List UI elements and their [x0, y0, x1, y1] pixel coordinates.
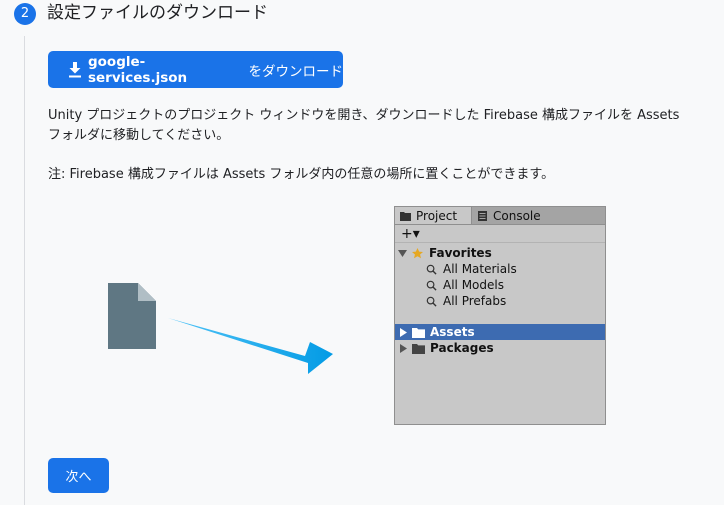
- folder-icon: [400, 211, 411, 221]
- tab-console-label: Console: [493, 208, 541, 223]
- star-icon: [412, 247, 423, 258]
- arrow-icon: [168, 318, 333, 374]
- download-icon: [68, 61, 81, 77]
- tab-project[interactable]: Project: [395, 207, 472, 224]
- tree-item-all-prefabs[interactable]: All Prefabs: [425, 293, 605, 309]
- tree-item-favorites[interactable]: Favorites: [395, 245, 605, 261]
- favorite-item-label: All Prefabs: [443, 294, 507, 308]
- collapsed-triangle-icon: [400, 327, 407, 337]
- unity-tab-bar: Project Console: [395, 207, 605, 225]
- collapsed-triangle-icon: [400, 343, 407, 353]
- unity-project-window: Project Console +▾ Favorites All Materia…: [394, 206, 606, 425]
- favorites-label: Favorites: [429, 246, 492, 260]
- assets-label: Assets: [430, 325, 475, 339]
- instruction-line-2: フォルダに移動してください。: [48, 128, 230, 143]
- step-number-badge: 2: [14, 3, 36, 25]
- search-icon: [426, 280, 437, 291]
- folder-icon: [412, 327, 425, 338]
- favorite-item-label: All Materials: [443, 262, 517, 276]
- tree-item-all-materials[interactable]: All Materials: [425, 261, 605, 277]
- favorite-item-label: All Models: [443, 278, 504, 292]
- tree-item-all-models[interactable]: All Models: [425, 277, 605, 293]
- next-button[interactable]: 次へ: [48, 458, 109, 493]
- instruction-paragraph: Unity プロジェクトのプロジェクト ウィンドウを開き、ダウンロードした Fi…: [48, 106, 718, 146]
- file-icon: [108, 283, 156, 349]
- download-config-button[interactable]: google-services.json をダウンロード: [48, 51, 343, 88]
- unity-toolbar: +▾: [395, 225, 605, 243]
- instruction-line-1: Unity プロジェクトのプロジェクト ウィンドウを開き、ダウンロードした Fi…: [48, 108, 680, 123]
- packages-label: Packages: [430, 341, 494, 355]
- step-title: 設定ファイルのダウンロード: [47, 3, 268, 23]
- create-menu-button[interactable]: +▾: [401, 226, 420, 242]
- tab-console[interactable]: Console: [472, 207, 549, 224]
- tree-item-packages[interactable]: Packages: [395, 340, 605, 356]
- download-suffix: をダウンロード: [244, 63, 343, 80]
- download-filename: google-services.json: [87, 53, 188, 86]
- folder-icon: [412, 343, 425, 354]
- note-paragraph: 注: Firebase 構成ファイルは Assets フォルダ内の任意の場所に置…: [48, 167, 555, 182]
- console-icon: [478, 210, 487, 221]
- tab-project-label: Project: [416, 208, 458, 223]
- search-icon: [426, 296, 437, 307]
- search-icon: [426, 264, 437, 275]
- tree-item-assets[interactable]: Assets: [395, 324, 605, 340]
- expanded-triangle-icon: [398, 249, 407, 257]
- step-connector-line: [24, 36, 25, 505]
